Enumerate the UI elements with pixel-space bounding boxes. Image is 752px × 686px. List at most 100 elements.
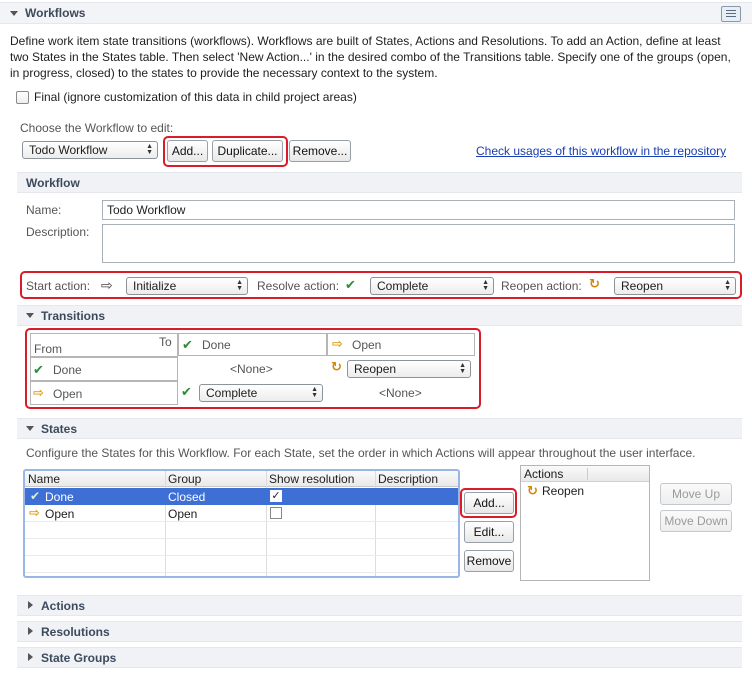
actions-section-bar[interactable]	[17, 595, 742, 616]
transition-open-done-select[interactable]: Complete ▲ ▼	[199, 384, 323, 402]
description-input[interactable]	[102, 224, 735, 263]
start-action-label: Start action:	[26, 279, 91, 293]
combo-arrows-icon: ▲ ▼	[459, 362, 466, 375]
combo-arrows-icon: ▲ ▼	[146, 143, 153, 156]
list-item[interactable]: ↻ Reopen	[521, 483, 649, 500]
table-row	[25, 522, 458, 539]
reopen-action-value: Reopen	[621, 279, 664, 293]
show-resolution-checkbox[interactable]	[270, 507, 282, 519]
resolve-action-label: Resolve action:	[257, 279, 340, 293]
help-icon[interactable]	[721, 6, 741, 22]
actions-header-label: Actions	[524, 467, 564, 481]
row-header-done: ✔ Done	[30, 357, 178, 381]
row-header-done-label: Done	[53, 363, 82, 377]
actions-section-title: Actions	[41, 599, 86, 613]
table-row[interactable]: ✔ Done Closed ✓	[25, 488, 458, 505]
edit-state-button[interactable]: Edit...	[464, 521, 514, 543]
duplicate-workflow-button[interactable]: Duplicate...	[212, 140, 283, 162]
to-label: To	[159, 335, 172, 349]
remove-state-button[interactable]: Remove	[464, 550, 514, 572]
states-description: Configure the States for this Workflow. …	[26, 446, 696, 460]
table-row	[25, 539, 458, 556]
check-icon: ✔	[345, 277, 356, 292]
workflows-title: Workflows	[25, 6, 86, 20]
column-header-open-label: Open	[352, 338, 382, 352]
add-workflow-button[interactable]: Add...	[167, 140, 208, 162]
resolutions-section-title: Resolutions	[41, 625, 110, 639]
check-icon: ✔	[33, 362, 44, 377]
header-group[interactable]: Group	[168, 472, 201, 486]
arrow-right-icon: ⇨	[33, 385, 44, 400]
state-name: Open	[45, 507, 75, 521]
check-icon: ✔	[182, 337, 193, 352]
start-action-select[interactable]: Initialize ▲ ▼	[126, 277, 248, 295]
transitions-title: Transitions	[41, 309, 106, 323]
reopen-action-select[interactable]: Reopen ▲ ▼	[614, 277, 736, 295]
start-action-value: Initialize	[133, 279, 177, 293]
workflows-header-bar[interactable]	[0, 2, 752, 24]
states-table[interactable]: Name Group Show resolution Description ✔…	[23, 469, 460, 578]
from-label: From	[34, 342, 62, 356]
workflow-section-title: Workflow	[26, 176, 80, 190]
start-arrow-icon: ⇨	[101, 277, 113, 293]
table-row[interactable]: ⇨ Open Open	[25, 505, 458, 522]
name-input[interactable]: Todo Workflow	[102, 200, 735, 220]
transition-done-done: <None>	[230, 362, 273, 376]
move-down-button[interactable]: Move Down	[660, 510, 732, 532]
transitions-section-bar[interactable]	[17, 305, 742, 326]
column-header-done-label: Done	[202, 338, 231, 352]
arrow-right-icon: ⇨	[332, 336, 343, 351]
states-section-bar[interactable]	[17, 418, 742, 439]
combo-arrows-icon: ▲ ▼	[482, 279, 489, 292]
collapse-icon[interactable]	[10, 11, 18, 16]
move-up-button[interactable]: Move Up	[660, 483, 732, 505]
state-group: Closed	[168, 490, 206, 504]
state-group: Open	[168, 507, 198, 521]
resolve-action-select[interactable]: Complete ▲ ▼	[370, 277, 494, 295]
row-header-open: ⇨ Open	[30, 381, 178, 405]
expand-icon[interactable]	[28, 601, 33, 609]
reopen-action-label: Reopen action:	[501, 279, 582, 293]
transition-done-open-value: Reopen	[354, 362, 397, 376]
name-label: Name:	[26, 203, 62, 217]
actions-list[interactable]: Actions ↻ Reopen	[520, 465, 650, 581]
state-groups-section-bar[interactable]	[17, 647, 742, 668]
check-usages-link[interactable]: Check usages of this workflow in the rep…	[476, 144, 726, 158]
expand-icon[interactable]	[28, 653, 33, 661]
transitions-corner-cell: To From	[30, 333, 178, 357]
check-icon: ✔	[30, 489, 41, 503]
combo-arrows-icon: ▲ ▼	[724, 279, 731, 292]
collapse-icon[interactable]	[26, 313, 34, 318]
arrow-right-icon: ⇨	[29, 505, 40, 520]
column-header-open: ⇨ Open	[327, 333, 475, 356]
header-show-resolution[interactable]: Show resolution	[269, 472, 354, 486]
show-resolution-checkbox[interactable]: ✓	[270, 490, 282, 502]
add-state-button[interactable]: Add...	[464, 492, 514, 514]
expand-icon[interactable]	[28, 627, 33, 635]
states-title: States	[41, 422, 78, 436]
state-groups-section-title: State Groups	[41, 651, 117, 665]
table-row	[25, 556, 458, 573]
transition-open-done-value: Complete	[206, 386, 258, 400]
header-name[interactable]: Name	[28, 472, 60, 486]
action-label: Reopen	[542, 484, 585, 498]
header-description[interactable]: Description	[378, 472, 438, 486]
choose-workflow-label: Choose the Workflow to edit:	[20, 121, 174, 135]
state-name: Done	[45, 490, 74, 504]
reopen-icon: ↻	[527, 483, 538, 498]
remove-workflow-button[interactable]: Remove...	[289, 140, 351, 162]
transition-done-open-select[interactable]: Reopen ▲ ▼	[347, 360, 471, 378]
resolutions-section-bar[interactable]	[17, 621, 742, 642]
workflow-select[interactable]: Todo Workflow ▲ ▼	[22, 141, 158, 159]
actions-list-header: Actions	[521, 466, 649, 482]
final-checkbox[interactable]	[16, 91, 29, 104]
combo-arrows-icon: ▲ ▼	[311, 386, 318, 399]
workflow-select-value: Todo Workflow	[29, 143, 108, 157]
collapse-icon[interactable]	[26, 426, 34, 431]
reopen-icon: ↻	[589, 276, 600, 291]
workflows-description: Define work item state transitions (work…	[10, 34, 731, 80]
check-icon: ✔	[181, 384, 192, 399]
row-header-open-label: Open	[53, 387, 83, 401]
workflow-section-bar	[17, 172, 742, 193]
combo-arrows-icon: ▲ ▼	[236, 279, 243, 292]
